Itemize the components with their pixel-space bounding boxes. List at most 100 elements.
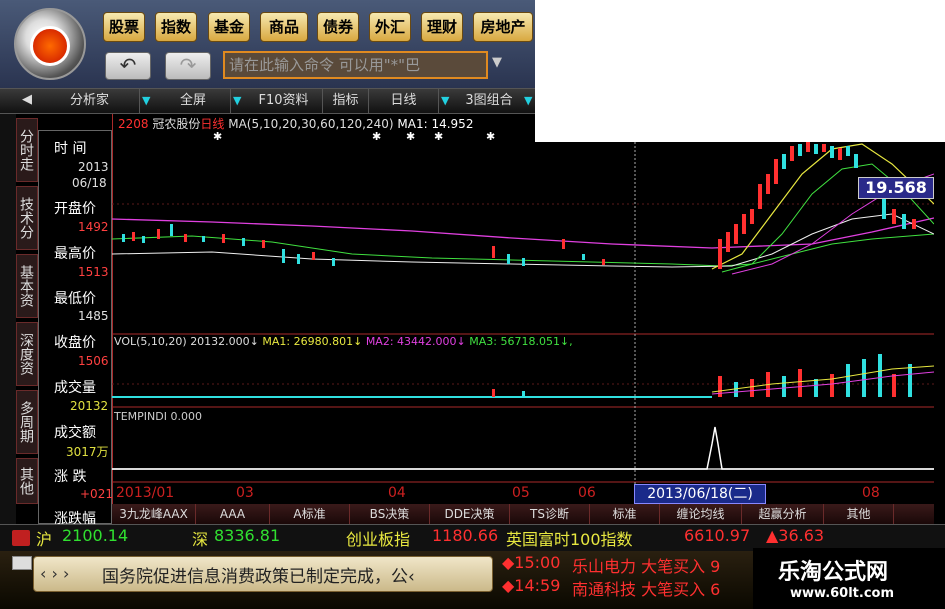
menu-bond[interactable]: 债券 — [317, 12, 359, 42]
kline-chart[interactable] — [112, 114, 934, 524]
change-label: 涨 跌 — [54, 469, 87, 485]
sh-value[interactable]: 2100.14 — [62, 526, 128, 545]
window-icon[interactable] — [12, 530, 30, 546]
ftse-label: 英国富时100指数 — [506, 530, 633, 549]
time-label: 时 间 — [54, 141, 87, 157]
mail-icon[interactable] — [12, 556, 32, 570]
candles-left — [122, 224, 605, 266]
btab-chaoying[interactable]: 超赢分析 — [742, 504, 824, 524]
dropdown-icon[interactable]: ▼ — [142, 94, 150, 107]
sz-label: 深 — [192, 530, 209, 549]
side-tab-intraday[interactable]: 分时走 — [16, 118, 38, 182]
high-value: 1513 — [78, 265, 109, 279]
left-arrow-icon[interactable]: ◀ — [22, 92, 32, 107]
pct-label: 涨跌幅 — [54, 511, 96, 524]
side-tab-depth[interactable]: 深度资 — [16, 322, 38, 386]
ftse-change: ▲36.63 — [766, 526, 825, 545]
menu-forex[interactable]: 外汇 — [369, 12, 411, 42]
side-strip — [0, 114, 16, 524]
x-tick-08: 08 — [862, 485, 880, 501]
vol-ma3: MA3: 56718.051↓, — [469, 335, 573, 348]
tempindi-header: TEMPINDI 0.000 — [114, 410, 202, 423]
volume-label: 成交量 — [54, 380, 96, 396]
forward-button[interactable]: ↷ — [165, 52, 211, 80]
btab-bs[interactable]: BS决策 — [350, 504, 430, 524]
tab-indicator-label: 指标 — [332, 93, 359, 108]
tab-fullscreen[interactable]: 全屏 — [156, 88, 231, 114]
cy-value[interactable]: 1180.66 — [432, 526, 498, 545]
x-tick-03: 03 — [236, 485, 254, 501]
tab-3chart-label: 3图组合 — [465, 93, 513, 108]
menu-index[interactable]: 指数 — [155, 12, 197, 42]
x-tick-06: 06 — [578, 485, 596, 501]
low-value: 1485 — [78, 309, 109, 323]
star-marker-icon: ✱ — [213, 130, 223, 143]
menu-realestate[interactable]: 房地产 — [473, 12, 533, 42]
amount-value: 3017万 — [66, 445, 109, 459]
news-nav-arrows[interactable]: ‹ › › — [40, 564, 69, 583]
dropdown-icon[interactable]: ▼ — [233, 94, 241, 107]
sh-label: 沪 — [36, 530, 53, 549]
close-value: 1506 — [78, 354, 109, 368]
ftse-value[interactable]: 6610.97 — [684, 526, 750, 545]
ma-params: MA(5,10,20,30,60,120,240) — [228, 117, 394, 131]
btab-dde[interactable]: DDE决策 — [430, 504, 510, 524]
star-marker-icon: ✱ — [486, 130, 496, 143]
close-label: 收盘价 — [54, 335, 96, 351]
btab-other[interactable]: 其他 — [824, 504, 894, 524]
trade-alert-2[interactable]: 南通科技 大笔买入 6 — [572, 576, 720, 600]
star-marker-icon: ✱ — [406, 130, 416, 143]
trade-alert-1[interactable]: 乐山电力 大笔买入 9 — [572, 553, 720, 577]
tab-daily-label: 日线 — [390, 93, 417, 108]
command-input[interactable]: 请在此输入命令 可以用"*"巴 — [223, 51, 488, 79]
stock-name: 冠农股份 — [152, 117, 201, 131]
logo-arrow-icon — [30, 26, 70, 66]
x-tick-04: 04 — [388, 485, 406, 501]
news-headline[interactable]: 国务院促进信息消费政策已制定完成，公‹ — [102, 562, 415, 587]
btab-aaa[interactable]: AAA — [196, 504, 270, 524]
side-tab-multiperiod[interactable]: 多周期 — [16, 390, 38, 454]
amount-label: 成交额 — [54, 425, 96, 441]
low-label: 最低价 — [54, 291, 96, 307]
top-price-label: 2208 — [118, 117, 149, 131]
btab-chanlun[interactable]: 缠论均线 — [660, 504, 742, 524]
ma1-value: MA1: 14.952 — [397, 117, 474, 131]
menu-stocks[interactable]: 股票 — [103, 12, 145, 42]
side-tab-other[interactable]: 其他 — [16, 458, 38, 504]
date-year: 2013 — [78, 160, 109, 174]
tab-f10[interactable]: F10资料 — [245, 88, 323, 114]
side-tab-technical[interactable]: 技术分 — [16, 186, 38, 250]
ma-header: 2208 冠农股份日线 MA(5,10,20,30,60,120,240) MA… — [118, 115, 473, 132]
watermark-title: 乐淘公式网 — [778, 560, 889, 585]
vol-header: VOL(5,10,20) 20132.000↓ MA1: 26980.801↓ … — [114, 335, 573, 348]
dropdown-icon[interactable]: ▼ — [524, 94, 532, 107]
price-crosshair-box: 19.568 — [858, 177, 934, 199]
tab-analyst-label: 分析家 — [69, 93, 109, 108]
tab-indicator[interactable]: 指标 — [323, 88, 369, 114]
btab-jiulong[interactable]: 3九龙峰AAX — [112, 504, 196, 524]
trade-time-1: ◆15:00 — [502, 553, 561, 572]
back-button[interactable]: ↶ — [105, 52, 151, 80]
cursor-date-label: 2013/06/18(二) — [634, 484, 766, 504]
btab-a-standard[interactable]: A标准 — [270, 504, 350, 524]
dropdown-arrow-icon[interactable]: ▼ — [492, 55, 502, 70]
x-tick-2013-01: 2013/01 — [116, 485, 175, 501]
tab-daily[interactable]: 日线 — [369, 88, 439, 114]
menu-fund[interactable]: 基金 — [208, 12, 250, 42]
btab-ts[interactable]: TS诊断 — [510, 504, 590, 524]
menu-finance[interactable]: 理财 — [421, 12, 463, 42]
open-label: 开盘价 — [54, 201, 96, 217]
btab-standard[interactable]: 标准 — [590, 504, 660, 524]
tab-analyst[interactable]: 分析家 — [40, 88, 140, 114]
side-tab-fundamental[interactable]: 基本资 — [16, 254, 38, 318]
date-md: 06/18 — [72, 176, 107, 190]
tempindi-line — [112, 426, 934, 470]
menu-commodity[interactable]: 商品 — [260, 12, 308, 42]
star-marker-icon: ✱ — [372, 130, 382, 143]
change-value: +021 — [80, 487, 113, 501]
volume-value: 20132 — [70, 399, 109, 413]
trade-time-2: ◆14:59 — [502, 576, 561, 595]
dropdown-icon[interactable]: ▼ — [441, 94, 449, 107]
sz-value[interactable]: 8336.81 — [214, 526, 280, 545]
tab-3chart[interactable]: 3图组合 — [455, 88, 523, 114]
